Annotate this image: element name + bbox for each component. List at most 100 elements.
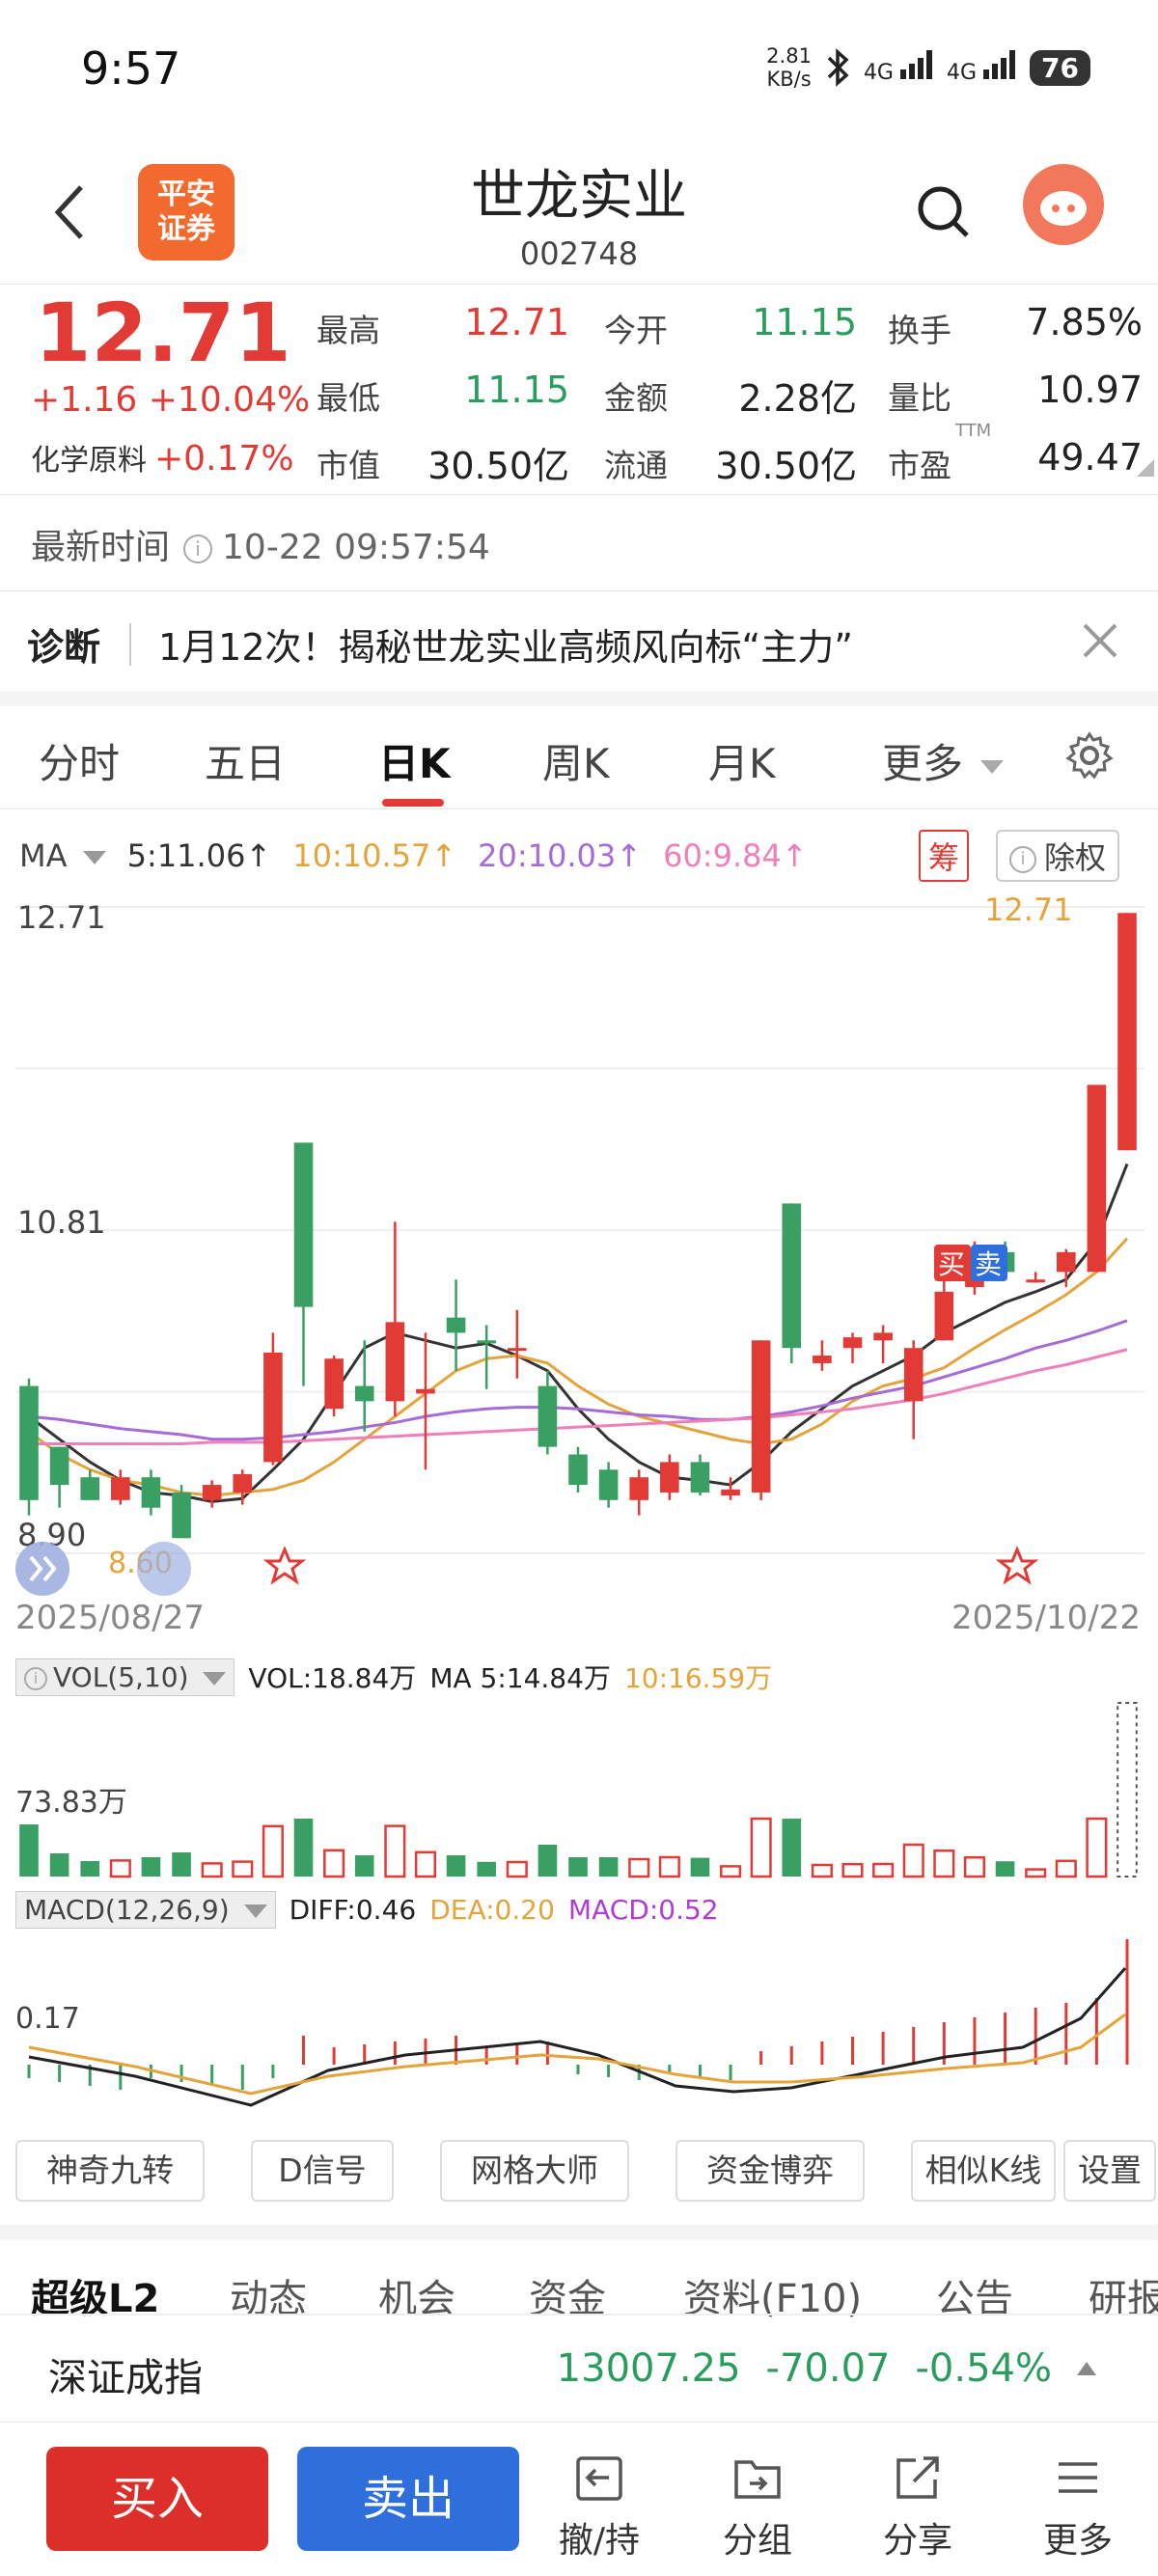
volume-bar [811, 1863, 833, 1878]
tool-similar-k[interactable]: 相似K线 [911, 2140, 1056, 2202]
signal-sim2-icon: 4G [947, 50, 1018, 85]
candle [324, 1356, 344, 1417]
quote-field-label: 流通 [604, 447, 668, 484]
search-icon[interactable] [915, 183, 973, 241]
candle [629, 1469, 649, 1516]
volume-bar [658, 1855, 680, 1878]
tool-d-signal[interactable]: D信号 [251, 2140, 394, 2202]
volume-bar [384, 1824, 406, 1878]
quote-field-label: 量比 [888, 379, 951, 417]
volume-bar [933, 1849, 955, 1878]
ma-selector[interactable]: MA [19, 837, 106, 874]
candle [873, 1325, 893, 1363]
candle [202, 1480, 222, 1508]
status-time: 9:57 [81, 42, 181, 95]
divider [0, 2314, 1158, 2316]
index-values[interactable]: 13007.25 -70.07 -0.54% [557, 2346, 1096, 2391]
volume-bar [109, 1859, 131, 1878]
kline-chart[interactable]: 12.71 10.81 8.90 8.60 12.71 2025/08/27 2… [0, 888, 1158, 1640]
tool-magic-nine[interactable]: 神奇九转 [15, 2140, 205, 2202]
ma-legend: MA 5:11.06↑ 10:10.57↑ 20:10.03↑ 60:9.84↑ [19, 837, 808, 874]
sell-button[interactable]: 卖出 [297, 2447, 519, 2551]
volume-legend: i VOL(5,10) VOL:18.84万 MA 5:14.84万 10:16.… [15, 1658, 772, 1696]
assistant-avatar[interactable] [1023, 164, 1104, 245]
volume-bar [172, 1852, 191, 1877]
candle [49, 1446, 69, 1508]
volume-bar [598, 1857, 619, 1877]
current-price: 12.71 [35, 286, 291, 380]
tool-fund-game[interactable]: 资金博弈 [676, 2140, 865, 2202]
macd-chart[interactable]: 0.17 [0, 1930, 1158, 2123]
tab-intraday[interactable]: 分时 [39, 731, 120, 790]
index-name[interactable]: 深证成指 [48, 2346, 203, 2402]
volume-bar [1086, 1817, 1108, 1878]
stock-code: 002748 [519, 235, 639, 272]
scroll-handle-icon[interactable] [137, 1542, 191, 1596]
svg-text:买: 买 [938, 1248, 965, 1280]
candle [80, 1469, 100, 1500]
volume-bar [80, 1861, 100, 1877]
candle [416, 1332, 435, 1470]
candle [446, 1279, 466, 1371]
info-icon[interactable]: i [183, 534, 213, 563]
list-icon [1059, 2462, 1097, 2493]
expand-up-icon[interactable] [1077, 2362, 1096, 2375]
buy-button[interactable]: 买入 [46, 2447, 268, 2551]
macd-selector[interactable]: MACD(12,26,9) [15, 1891, 276, 1929]
gear-icon[interactable] [1065, 731, 1114, 780]
candle [782, 1203, 802, 1363]
volume-chart[interactable]: 73.83万 [0, 1698, 1158, 1881]
tool-grid-master[interactable]: 网格大师 [440, 2140, 629, 2202]
expand-left-icon[interactable] [15, 1542, 69, 1596]
ma20-line [28, 1319, 1128, 1441]
quote-field-label: 金额 [604, 379, 668, 417]
status-icons: 2.81 KB/s 4G 4G 76 [766, 41, 1090, 95]
latest-time: 最新时间 i 10-22 09:57:54 [31, 528, 490, 567]
divider [0, 2422, 1158, 2423]
sector-change[interactable]: 化学原料 +0.17% [31, 436, 294, 479]
volume-bar [232, 1860, 254, 1878]
volume-bar [201, 1862, 223, 1878]
candle [903, 1340, 924, 1439]
net-speed: 2.81 KB/s [766, 44, 812, 91]
candle [141, 1469, 161, 1516]
diagnosis-banner[interactable]: 1月12次！揭秘世龙实业高频风向标“主力” [158, 617, 853, 671]
cancel-holdings-button[interactable]: 撤/持 [537, 2451, 662, 2562]
volume-bar [19, 1824, 39, 1877]
ma60-value: 60:9.84↑ [663, 837, 808, 874]
volume-bar [323, 1849, 345, 1878]
candle [293, 1142, 314, 1386]
share-button[interactable]: 分享 [855, 2451, 980, 2562]
quote-field-value: 12.71 [464, 301, 569, 343]
tab-five-day[interactable]: 五日 [205, 731, 286, 790]
tab-more[interactable]: 更多 [882, 731, 1005, 790]
tab-weekly-k[interactable]: 周K [542, 731, 610, 790]
candle [263, 1332, 283, 1466]
folder-icon [734, 2460, 781, 2499]
tab-daily-k[interactable]: 日K [378, 731, 451, 790]
chip-distribution-button[interactable]: 筹 [919, 830, 970, 882]
buy-sell-signal[interactable]: 买 卖 [934, 1245, 1007, 1281]
start-date-label: 2025/08/27 [15, 1599, 205, 1637]
divider [0, 808, 1158, 809]
active-tab-indicator [382, 799, 444, 807]
candle [354, 1340, 374, 1432]
candle [842, 1332, 863, 1363]
volume-selector[interactable]: i VOL(5,10) [15, 1658, 235, 1696]
quote-field-value: 11.15 [464, 369, 569, 411]
volume-bar [446, 1855, 466, 1877]
more-button[interactable]: 更多 [1015, 2451, 1141, 2562]
tab-monthly-k[interactable]: 月K [708, 731, 776, 790]
quote-field-label: 换手 [888, 312, 951, 349]
close-icon[interactable] [1083, 623, 1117, 658]
group-button[interactable]: 分组 [695, 2451, 820, 2562]
quote-field-value: 11.15 [752, 301, 857, 343]
quote-field-label: 今开 [604, 312, 668, 349]
tool-settings[interactable]: 设置 [1063, 2140, 1156, 2202]
ma10-value: 10:10.57↑ [292, 837, 457, 874]
candle [813, 1340, 832, 1371]
price-mid-label: 10.81 [17, 1204, 106, 1241]
ex-rights-button[interactable]: i 除权 [996, 830, 1120, 882]
ma20-value: 20:10.03↑ [478, 837, 643, 874]
volume-bar [902, 1843, 924, 1878]
